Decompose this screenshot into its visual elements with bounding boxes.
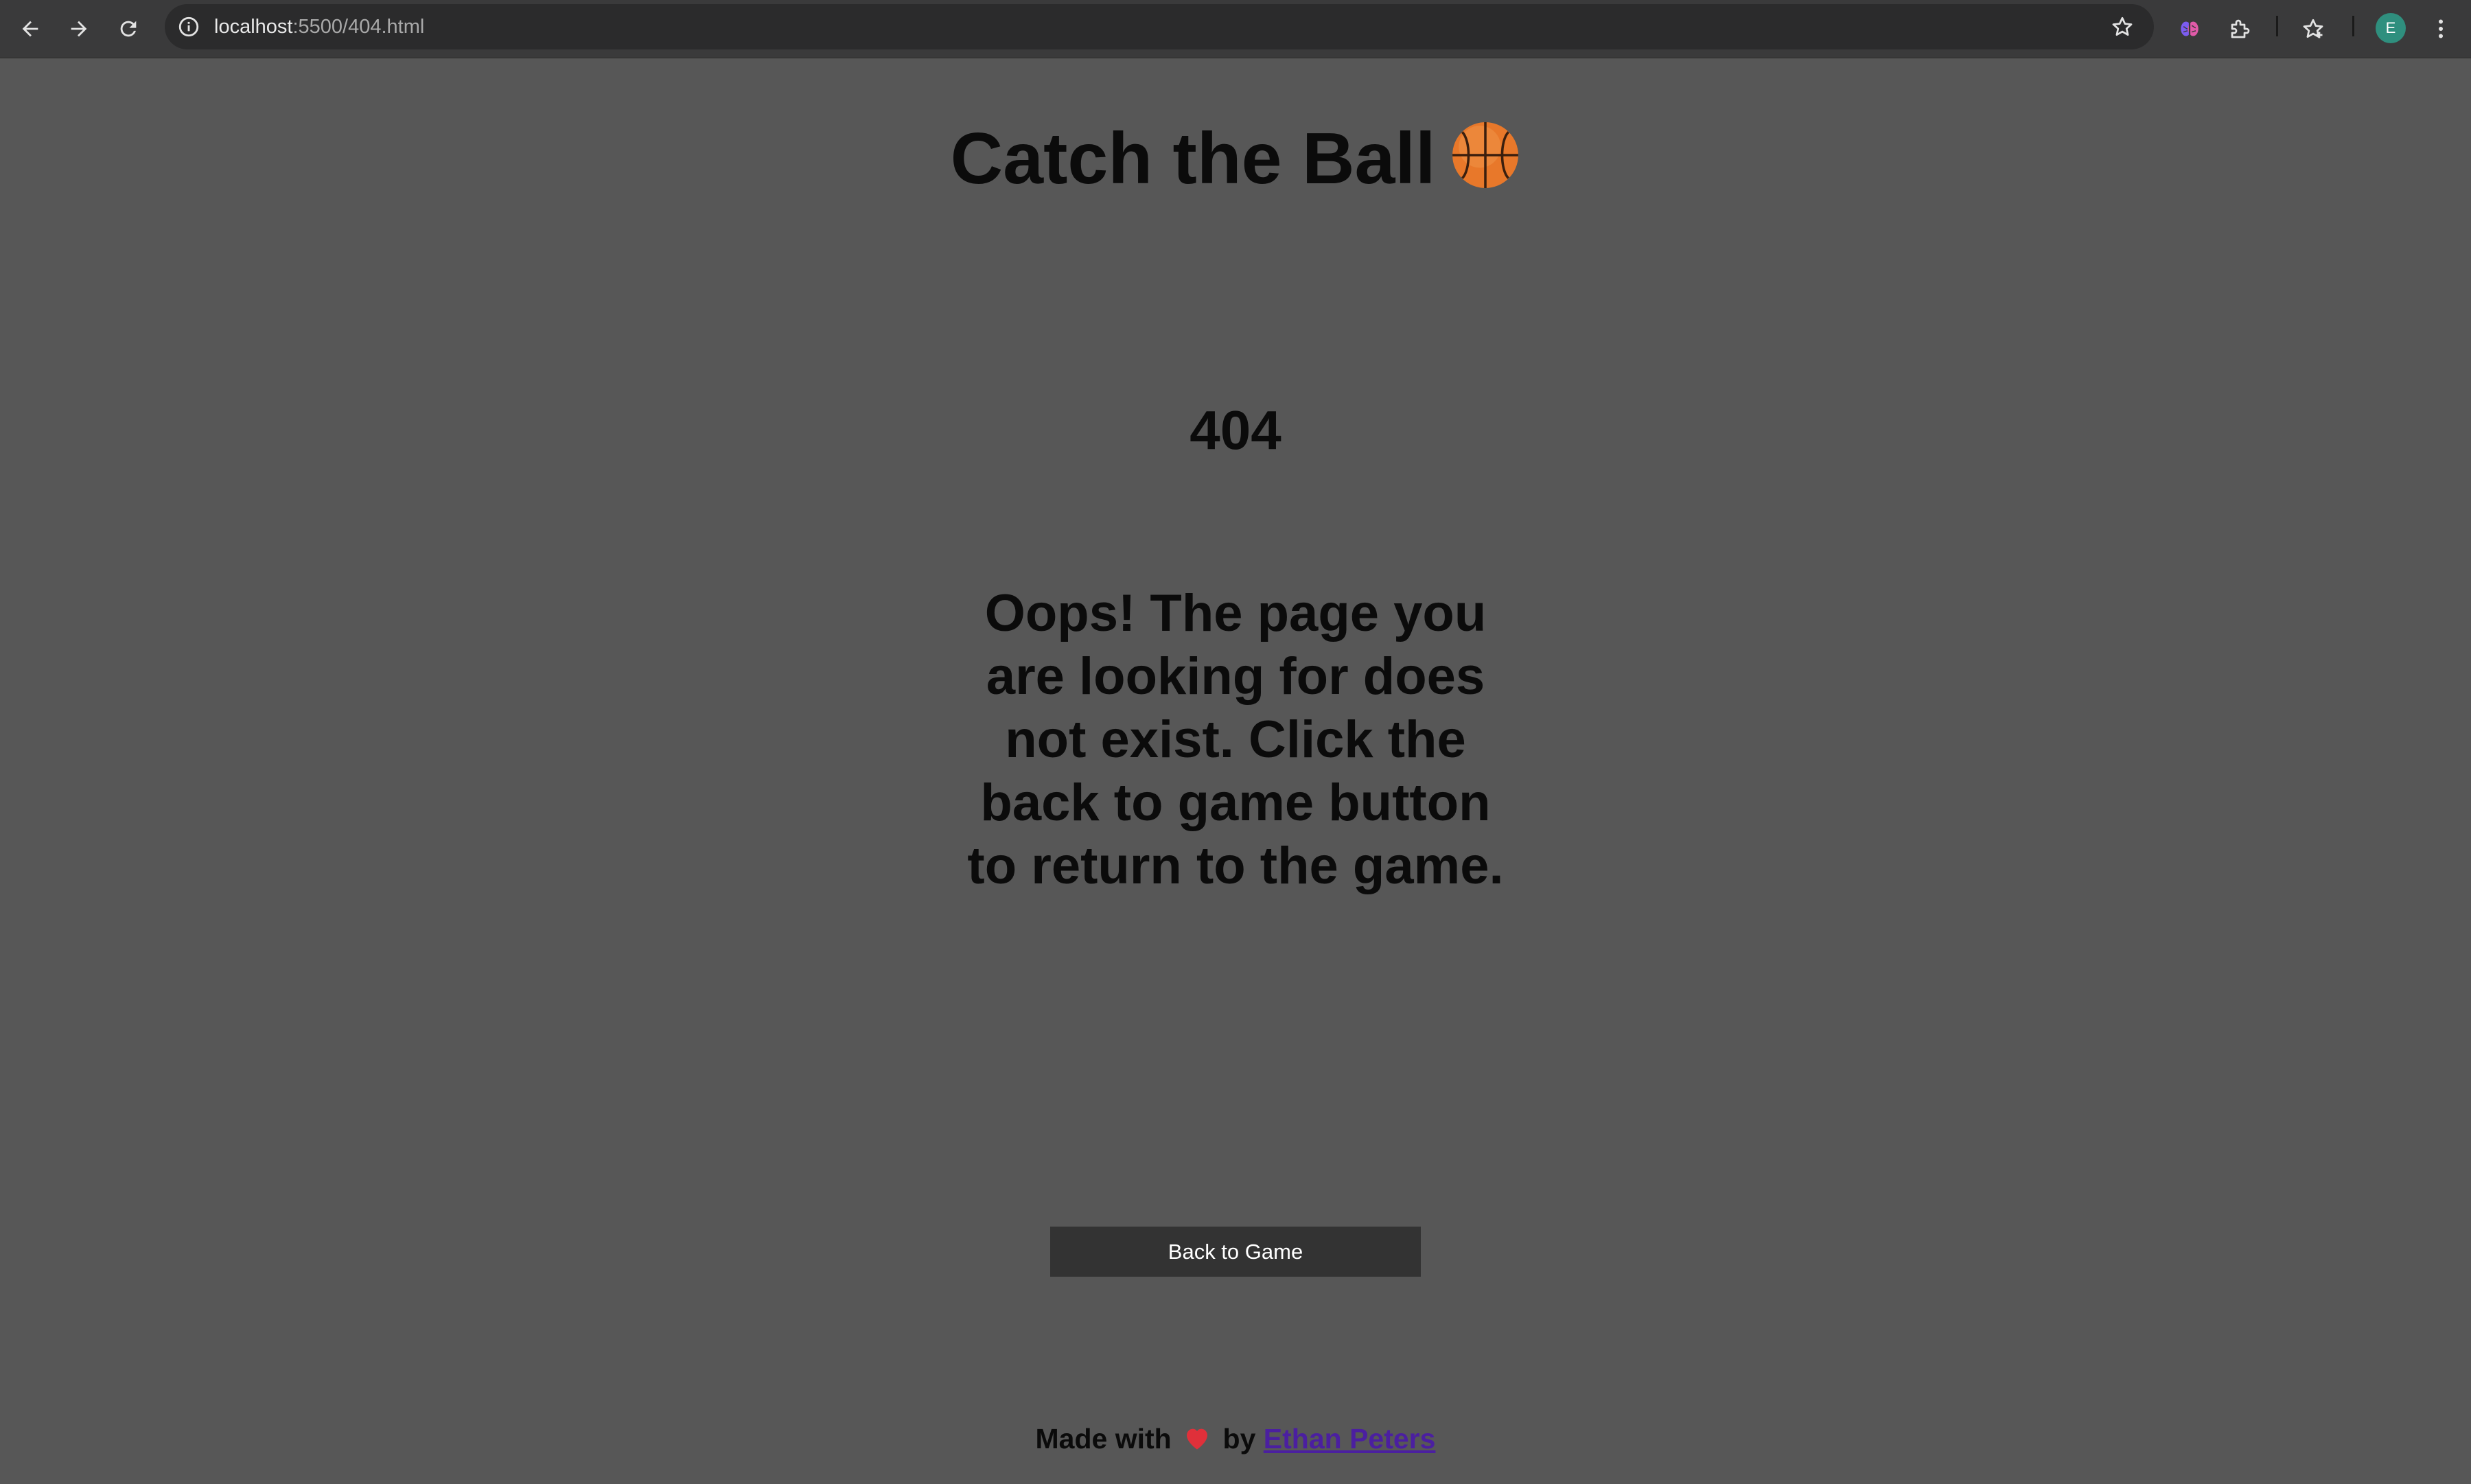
url-text[interactable]: localhost:5500/404.html <box>214 4 424 49</box>
profile-avatar[interactable]: E <box>2376 13 2406 43</box>
forward-button-browser[interactable] <box>62 12 95 45</box>
url-host: localhost <box>214 16 293 38</box>
error-message: Oops! The page you are looking for does … <box>967 584 1504 895</box>
reload-button[interactable] <box>112 12 145 45</box>
error-code: 404 <box>1190 399 1281 461</box>
heart-icon <box>1187 1428 1208 1450</box>
basketball-icon <box>1452 122 1519 188</box>
bookmark-star-icon[interactable] <box>2110 14 2135 39</box>
footer-made-with: Made with <box>1035 1423 1172 1454</box>
site-info-icon[interactable] <box>177 15 200 38</box>
back-button-browser[interactable] <box>14 12 47 45</box>
address-bar[interactable]: localhost:5500/404.html <box>165 4 2154 49</box>
author-link[interactable]: Ethan Peters <box>1264 1423 1436 1454</box>
footer-by: by <box>1222 1423 1256 1454</box>
extensions-menu-button[interactable] <box>2224 12 2257 45</box>
browser-menu-button[interactable] <box>2424 12 2457 45</box>
menu-dots-icon <box>2439 19 2443 38</box>
toolbar-divider <box>2352 16 2354 36</box>
forward-arrow-icon <box>71 21 87 37</box>
back-arrow-icon <box>22 21 38 37</box>
reload-icon <box>120 21 137 37</box>
footer: Made with by Ethan Peters <box>0 1418 2471 1459</box>
extension-button[interactable] <box>2173 12 2206 45</box>
toolbar-divider <box>2276 16 2278 36</box>
page-title: Catch the Ball <box>0 115 2471 202</box>
extensions-puzzle-icon <box>2231 19 2250 38</box>
page-title-text: Catch the Ball <box>950 118 1436 199</box>
bookmarks-button[interactable] <box>2297 12 2330 45</box>
extension-brain-icon <box>2181 21 2199 36</box>
url-path: :5500/404.html <box>292 16 425 38</box>
bookmarks-icon <box>2303 19 2323 38</box>
browser-toolbar: localhost:5500/404.html E <box>0 0 2471 58</box>
back-to-game-button[interactable]: Back to Game <box>1050 1227 1421 1277</box>
